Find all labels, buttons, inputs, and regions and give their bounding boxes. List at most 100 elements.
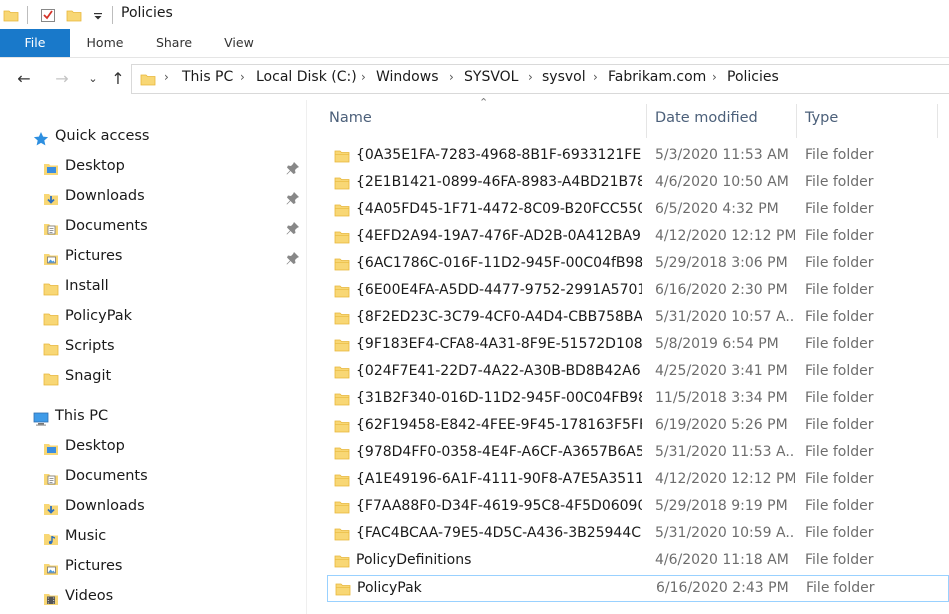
breadcrumb-chevron-icon[interactable]: › — [361, 70, 366, 84]
sidebar-item-this-pc[interactable]: This PC — [0, 403, 300, 433]
sidebar-item-downloads[interactable]: Downloads — [0, 183, 300, 213]
file-date-modified: 5/31/2020 10:57 A... — [655, 309, 795, 325]
table-row[interactable]: {4EFD2A94-19A7-476F-AD2B-0A412BA9... 4/12… — [327, 224, 949, 251]
file-name: {6AC1786C-016F-11D2-945F-00C04fB984... — [356, 255, 642, 271]
table-row[interactable]: {A1E49196-6A1F-4111-90F8-A7E5A3511... 4/1… — [327, 467, 949, 494]
folder-icon — [43, 373, 59, 386]
file-date-modified: 4/6/2020 10:50 AM — [655, 174, 789, 190]
back-arrow-icon[interactable]: ← — [13, 68, 35, 90]
breadcrumb-chevron-icon[interactable]: › — [164, 70, 169, 84]
breadcrumb-local-disk[interactable]: Local Disk (C:) — [256, 69, 357, 85]
sidebar-item-pc-videos[interactable]: Videos — [0, 583, 300, 613]
forward-arrow-icon[interactable]: → — [51, 68, 73, 90]
sidebar-item-pc-music[interactable]: Music — [0, 523, 300, 553]
sidebar-item-snagit[interactable]: Snagit — [0, 363, 300, 393]
file-date-modified: 4/25/2020 3:41 PM — [655, 363, 788, 379]
folder-icon — [43, 343, 59, 356]
up-arrow-icon[interactable]: ↑ — [107, 68, 129, 90]
folder-icon — [334, 474, 350, 487]
table-row[interactable]: PolicyPak 6/16/2020 2:43 PM File folder — [327, 575, 949, 602]
table-row[interactable]: PolicyDefinitions 4/6/2020 11:18 AM File f… — [327, 548, 949, 575]
file-date-modified: 4/6/2020 11:18 AM — [655, 552, 789, 568]
file-type: File folder — [805, 174, 874, 190]
sidebar-item-install[interactable]: Install — [0, 273, 300, 303]
desktop-folder-icon — [44, 164, 58, 175]
column-header-type[interactable]: Type — [805, 110, 838, 126]
customize-toolbar-chevron-icon[interactable] — [90, 7, 106, 23]
file-type: File folder — [805, 363, 874, 379]
sidebar-item-quick-access[interactable]: Quick access — [0, 123, 300, 153]
breadcrumb-chevron-icon[interactable]: › — [593, 70, 598, 84]
folder-icon — [43, 313, 59, 326]
table-row[interactable]: {6E00E4FA-A5DD-4477-9752-2991A5701... 6/1… — [327, 278, 949, 305]
sort-ascending-icon: ⌃ — [479, 96, 489, 109]
breadcrumb-windows[interactable]: Windows — [376, 69, 439, 85]
column-divider[interactable] — [937, 104, 938, 138]
file-type: File folder — [805, 309, 874, 325]
file-list: ⌃ Name Date modified Type {0A35E1FA-7283… — [307, 96, 949, 614]
breadcrumb-chevron-icon[interactable]: › — [712, 70, 717, 84]
sidebar-item-pictures[interactable]: Pictures — [0, 243, 300, 273]
table-row[interactable]: {4A05FD45-1F71-4472-8C09-B20FCC550... 6/5… — [327, 197, 949, 224]
tab-view[interactable]: View — [212, 29, 266, 57]
file-name: {024F7E41-22D7-4A22-A30B-BD8B42A6... — [356, 363, 642, 379]
pin-icon[interactable] — [286, 221, 300, 235]
sidebar-item-pc-downloads[interactable]: Downloads — [0, 493, 300, 523]
table-row[interactable]: {FAC4BCAA-79E5-4D5C-A436-3B25944C... 5/31… — [327, 521, 949, 548]
recent-locations-chevron-icon[interactable]: ⌄ — [82, 68, 104, 90]
file-name: {62F19458-E842-4FEE-9F45-178163F5FFE... — [356, 417, 642, 433]
breadcrumb-policies[interactable]: Policies — [727, 69, 779, 85]
pin-icon[interactable] — [286, 161, 300, 175]
table-row[interactable]: {F7AA88F0-D34F-4619-95C8-4F5D06090... 5/2… — [327, 494, 949, 521]
tab-home[interactable]: Home — [74, 29, 136, 57]
new-folder-icon[interactable] — [66, 7, 82, 23]
sidebar-item-label: Quick access — [55, 128, 150, 144]
breadcrumb-chevron-icon[interactable]: › — [528, 70, 533, 84]
file-name: {A1E49196-6A1F-4111-90F8-A7E5A3511... — [356, 471, 642, 487]
column-divider[interactable] — [646, 104, 647, 138]
folder-icon — [334, 150, 350, 163]
pin-icon[interactable] — [286, 251, 300, 265]
folder-icon — [334, 447, 350, 460]
column-divider[interactable] — [796, 104, 797, 138]
breadcrumb-sysvol[interactable]: sysvol — [542, 69, 586, 85]
sidebar-item-scripts[interactable]: Scripts — [0, 333, 300, 363]
file-date-modified: 5/31/2020 10:59 A... — [655, 525, 795, 541]
ribbon-tabs: File Home Share View — [0, 29, 949, 58]
breadcrumb-chevron-icon[interactable]: › — [449, 70, 454, 84]
tab-share[interactable]: Share — [144, 29, 204, 57]
address-bar[interactable]: › This PC › Local Disk (C:) › Windows › … — [131, 64, 949, 94]
breadcrumb-chevron-icon[interactable]: › — [240, 70, 245, 84]
pin-icon[interactable] — [286, 191, 300, 205]
sidebar-item-documents[interactable]: Documents — [0, 213, 300, 243]
folder-icon — [334, 177, 350, 190]
file-date-modified: 4/12/2020 12:12 PM — [655, 471, 795, 487]
sidebar-item-desktop[interactable]: Desktop — [0, 153, 300, 183]
breadcrumb-this-pc[interactable]: This PC — [182, 69, 233, 85]
sidebar-item-policypak[interactable]: PolicyPak — [0, 303, 300, 333]
file-name: {8F2ED23C-3C79-4CF0-A4D4-CBB758BA... — [356, 309, 642, 325]
breadcrumb-domain[interactable]: Fabrikam.com — [608, 69, 706, 85]
table-row[interactable]: {31B2F340-016D-11D2-945F-00C04FB98... 11/… — [327, 386, 949, 413]
column-header-name[interactable]: Name — [329, 110, 372, 126]
breadcrumb-sysvol-root[interactable]: SYSVOL — [464, 69, 518, 85]
table-row[interactable]: {2E1B1421-0899-46FA-8983-A4BD21B78... 4/6… — [327, 170, 949, 197]
file-type: File folder — [805, 390, 874, 406]
sidebar-item-pc-documents[interactable]: Documents — [0, 463, 300, 493]
properties-icon[interactable] — [40, 7, 56, 23]
sidebar-item-pc-desktop[interactable]: Desktop — [0, 433, 300, 463]
column-header-date-modified[interactable]: Date modified — [655, 110, 758, 126]
table-row[interactable]: {6AC1786C-016F-11D2-945F-00C04fB984... 5/… — [327, 251, 949, 278]
navigation-pane: Quick access Desktop Downloads Documents… — [0, 100, 306, 614]
folder-icon — [334, 420, 350, 433]
sidebar-item-pc-pictures[interactable]: Pictures — [0, 553, 300, 583]
table-row[interactable]: {9F183EF4-CFA8-4A31-8F9E-51572D1082... 5/… — [327, 332, 949, 359]
table-row[interactable]: {62F19458-E842-4FEE-9F45-178163F5FFE... 6… — [327, 413, 949, 440]
tab-file[interactable]: File — [0, 29, 70, 57]
table-row[interactable]: {978D4FF0-0358-4E4F-A6CF-A3657B6A5... 5/3… — [327, 440, 949, 467]
table-row[interactable]: {8F2ED23C-3C79-4CF0-A4D4-CBB758BA... 5/31… — [327, 305, 949, 332]
sidebar-item-label: Documents — [65, 468, 148, 484]
table-row[interactable]: {024F7E41-22D7-4A22-A30B-BD8B42A6... 4/25… — [327, 359, 949, 386]
table-row[interactable]: {0A35E1FA-7283-4968-8B1F-6933121FED... 5/… — [327, 143, 949, 170]
file-name: {4EFD2A94-19A7-476F-AD2B-0A412BA9... — [356, 228, 642, 244]
